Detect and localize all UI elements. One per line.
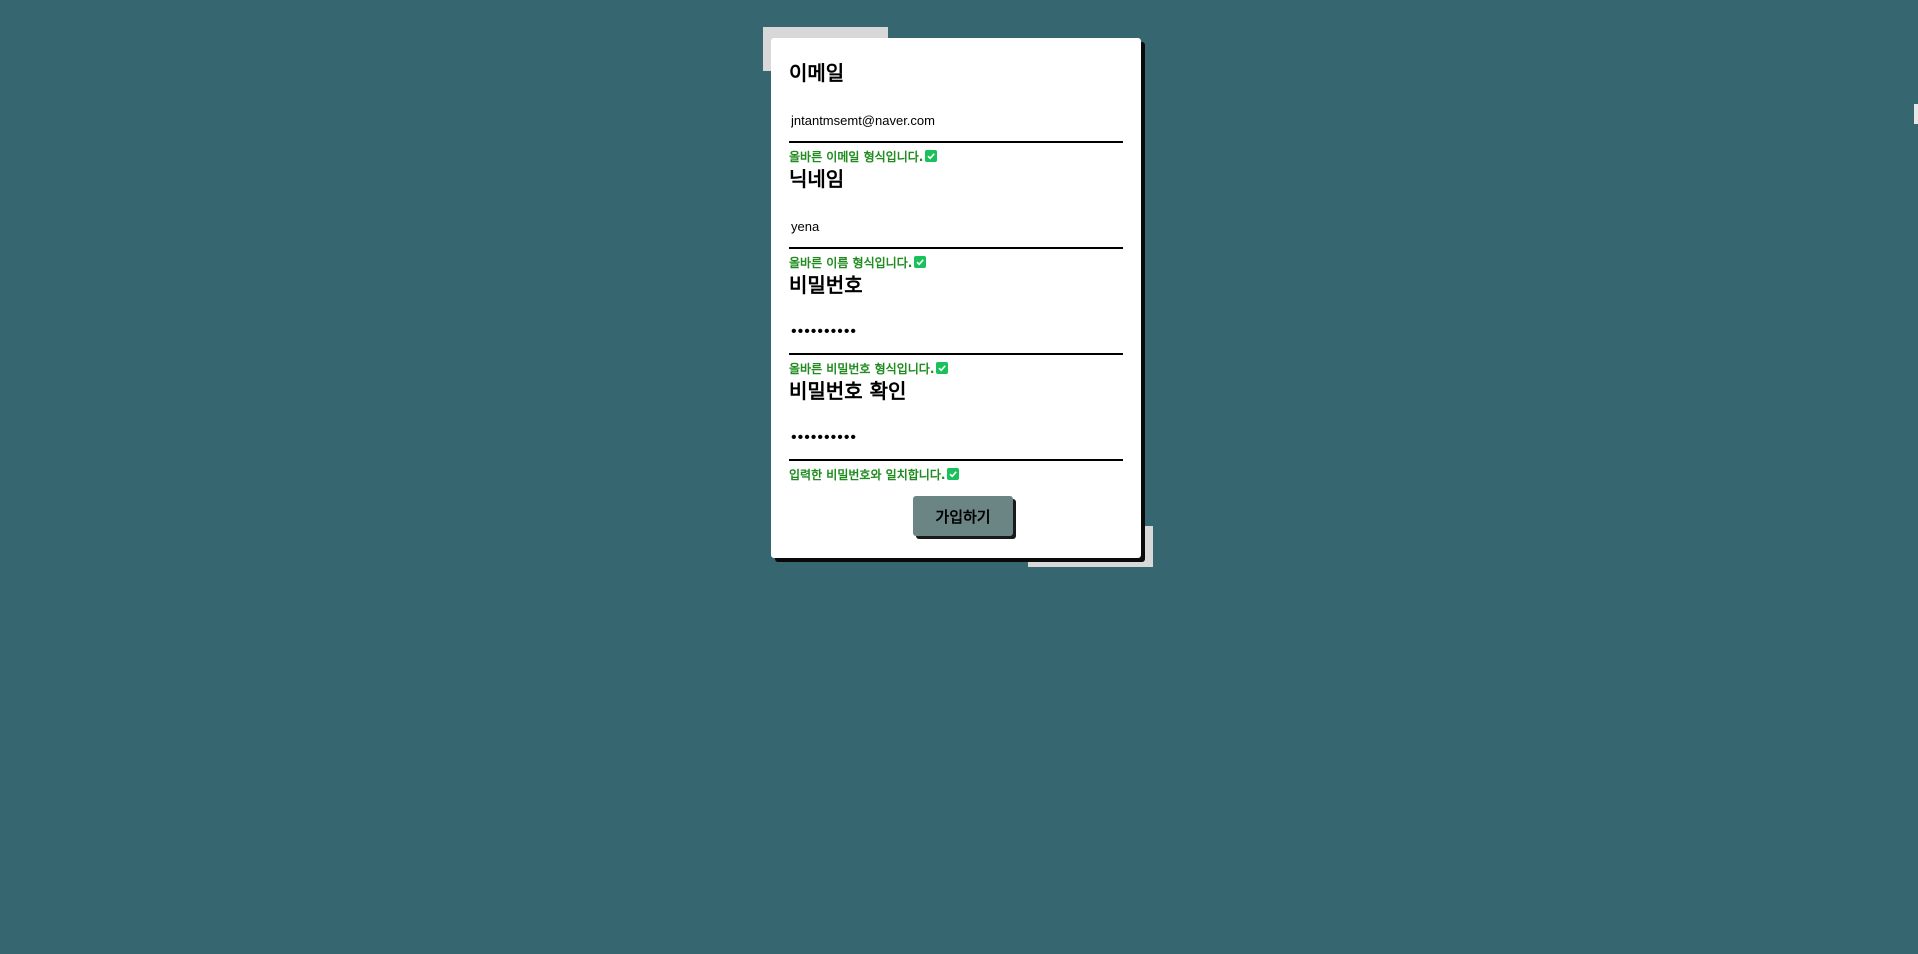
submit-row: 가입하기 [771, 496, 1141, 536]
email-label: 이메일 [789, 61, 845, 85]
nickname-label: 닉네임 [789, 167, 845, 191]
password-confirm-label: 비밀번호 확인 [789, 379, 907, 403]
password-confirm-field-group: 비밀번호 확인 입력한 비밀번호와 일치합니다. [789, 379, 1123, 485]
email-validation: 올바른 이메일 형식입니다. [789, 146, 1123, 166]
check-icon [936, 362, 949, 374]
password-confirm-input[interactable] [789, 417, 1123, 461]
check-icon [925, 150, 938, 162]
signup-form: 이메일 올바른 이메일 형식입니다. 닉네임 올바른 이름 형식입니다. 비밀번… [771, 38, 1141, 558]
password-valid-message: 올바른 비밀번호 형식입니다. [789, 361, 935, 376]
check-icon [914, 256, 927, 268]
nickname-input[interactable] [789, 205, 1123, 249]
window-edge-mark [1914, 104, 1918, 124]
password-confirm-validation: 입력한 비밀번호와 일치합니다. [789, 464, 1123, 484]
email-field-group: 이메일 올바른 이메일 형식입니다. [789, 61, 1123, 167]
email-valid-message: 올바른 이메일 형식입니다. [789, 149, 924, 164]
password-label: 비밀번호 [789, 273, 863, 297]
password-validation: 올바른 비밀번호 형식입니다. [789, 358, 1123, 378]
nickname-field-group: 닉네임 올바른 이름 형식입니다. [789, 167, 1123, 273]
signup-page: 이메일 올바른 이메일 형식입니다. 닉네임 올바른 이름 형식입니다. 비밀번… [0, 0, 1918, 954]
password-field-group: 비밀번호 올바른 비밀번호 형식입니다. [789, 273, 1123, 379]
signup-submit-button[interactable]: 가입하기 [913, 496, 1013, 536]
check-icon [947, 468, 960, 480]
email-input[interactable] [789, 99, 1123, 143]
nickname-valid-message: 올바른 이름 형식입니다. [789, 255, 913, 270]
password-input[interactable] [789, 311, 1123, 355]
password-confirm-valid-message: 입력한 비밀번호와 일치합니다. [789, 467, 946, 482]
nickname-validation: 올바른 이름 형식입니다. [789, 252, 1123, 272]
